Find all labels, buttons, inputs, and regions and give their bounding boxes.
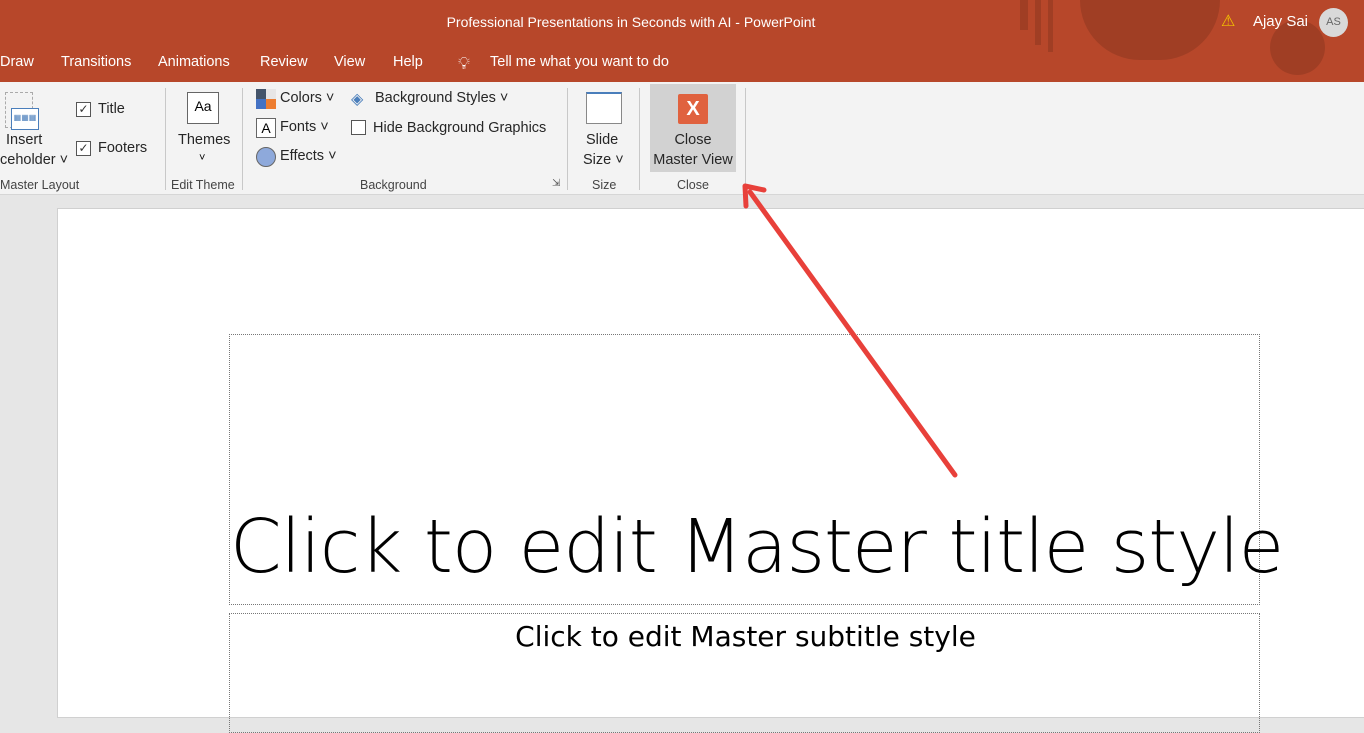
annotation-arrow <box>742 183 958 478</box>
